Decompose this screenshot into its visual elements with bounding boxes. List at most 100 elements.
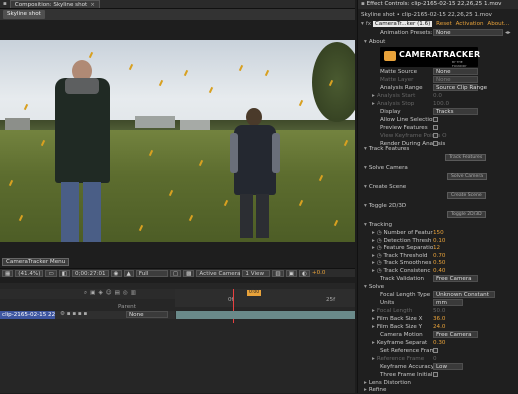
parent-column-header: Parent — [118, 304, 136, 310]
keyframe-accuracy-dropdown[interactable]: Low — [433, 363, 463, 370]
snapshot-icon[interactable]: ◧ — [58, 269, 71, 277]
building — [5, 118, 30, 130]
set-reference-label: Set Reference Frame — [380, 348, 439, 354]
ec-setting-row: ▸ Analysis Start 0.0 — [358, 92, 518, 100]
tracking-param-value[interactable]: 0.40 — [433, 267, 445, 275]
fast-preview-icon[interactable]: ▣ — [285, 269, 297, 277]
grid-icon[interactable]: ▦ — [2, 269, 14, 277]
ec-setting-dropdown[interactable]: None — [433, 76, 478, 83]
effect-controls-title: Effect Controls: clip-2165-02-15 22,26,2… — [366, 1, 502, 7]
motion-blur-icon[interactable]: ◎ — [123, 290, 131, 296]
cameratracker-menu-button[interactable]: CameraTracker Menu — [2, 258, 70, 266]
camera-icon[interactable]: ◉ — [110, 269, 122, 277]
track-validation-label: Track Validation — [380, 276, 425, 282]
ec-setting-dropdown[interactable]: Tracks — [433, 108, 478, 115]
frame-blend-icon[interactable]: ▤ — [115, 290, 123, 296]
ec-setting-dropdown[interactable]: None — [433, 68, 478, 75]
film-back-y-value[interactable]: 24.0 — [433, 323, 445, 331]
draft3d-icon[interactable]: ◈ — [98, 290, 105, 296]
keyframe-sep-value[interactable]: 0.30 — [433, 339, 445, 347]
subtab-skyline-shot[interactable]: Skyline shot — [3, 10, 45, 19]
region-icon[interactable]: ▢ — [169, 269, 182, 277]
about-section[interactable]: ▾ About — [358, 38, 518, 46]
timecode-field[interactable]: 0;00:27:01 — [72, 269, 109, 277]
layout-icon[interactable]: ▥ — [272, 269, 284, 277]
exposure-value[interactable]: +0.0 — [312, 270, 326, 276]
activation-link[interactable]: Activation — [456, 21, 484, 27]
layer-duration-bar[interactable] — [176, 311, 355, 319]
ec-setting-row: Display Tracks — [358, 108, 518, 116]
ec-setting-row: Matte Source None — [358, 68, 518, 76]
effect-header[interactable]: ▾ fx CameraTr...ker (1.6) Reset Activatio… — [358, 20, 518, 28]
toggle-section[interactable]: ▾ Toggle 2D/3D — [358, 202, 518, 210]
toggle-button[interactable]: Toggle 2D/3D — [447, 211, 486, 218]
ec-setting-row: View Keyframe Points O — [358, 132, 518, 140]
collapse-icon[interactable]: ▾ — [364, 39, 367, 45]
animation-presets-dropdown[interactable]: None — [433, 29, 503, 36]
zoom-dropdown[interactable]: (41.4%) — [15, 269, 44, 277]
view-count-dropdown[interactable]: 1 View — [242, 269, 271, 277]
composition-viewer[interactable] — [0, 40, 355, 242]
layer-name[interactable]: clip-2165-02-15 22;26;25 1.mov — [0, 311, 55, 319]
current-time-label: 0:00 — [247, 290, 262, 296]
color-icon[interactable]: ▲ — [123, 269, 134, 277]
layer-switch-icon[interactable]: ⚙ ▪ ▪ ▪ ▪ — [60, 311, 87, 317]
reference-frame-label: ▸ Reference Frame — [372, 356, 425, 362]
ec-setting-dropdown[interactable]: Source Clip Range — [433, 84, 487, 91]
transparency-icon[interactable]: ▩ — [183, 269, 195, 277]
keyframe-accuracy-label: Keyframe Accuracy — [380, 364, 435, 370]
ec-setting-label: Matte Layer — [380, 77, 414, 83]
ec-setting-checkbox[interactable] — [433, 117, 438, 122]
resolution-toggle-icon[interactable]: ▭ — [45, 269, 57, 277]
focal-length-value: 50.0 — [433, 308, 446, 314]
boy-figure — [230, 108, 280, 242]
create-scene-label: Create Scene — [368, 184, 407, 190]
exposure-icon[interactable]: ◐ — [299, 269, 310, 277]
tracking-param-label: ▸ ◷ Track Consistenc — [372, 267, 431, 274]
about-link[interactable]: About... — [487, 21, 509, 27]
focal-length-type-dropdown[interactable]: Unknown Constant — [433, 291, 495, 298]
create-scene-button[interactable]: Create Scene — [447, 192, 486, 199]
track-features-section[interactable]: ▾ Track Features — [358, 145, 518, 153]
preset-nav-icon[interactable]: ◂▸ — [505, 29, 511, 37]
camera-motion-dropdown[interactable]: Free Camera — [433, 331, 478, 338]
layer-row[interactable]: clip-2165-02-15 22;26;25 1.mov ⚙ ▪ ▪ ▪ ▪… — [0, 311, 175, 319]
parent-dropdown[interactable]: None — [126, 311, 168, 318]
timeline-empty — [0, 323, 355, 393]
resolution-dropdown[interactable]: Full — [135, 269, 168, 277]
view-camera-dropdown[interactable]: Active Camera — [196, 269, 240, 277]
fx-icon[interactable]: fx — [366, 21, 373, 27]
ec-setting-value[interactable]: 0.0 — [433, 92, 442, 100]
panel-menu-icon[interactable]: ▪ — [3, 1, 7, 7]
reference-frame-value: 0 — [433, 356, 437, 362]
ec-setting-checkbox[interactable] — [433, 133, 438, 138]
film-back-x-value[interactable]: 36.0 — [433, 315, 445, 323]
tab-composition[interactable]: Composition: Skyline shot × — [9, 0, 100, 8]
collapse-icon[interactable]: ▾ — [361, 21, 364, 27]
track-validation-dropdown[interactable]: Free Camera — [433, 275, 478, 282]
set-reference-checkbox[interactable] — [433, 348, 438, 353]
focal-length-type-label: Focal Length Type — [380, 292, 431, 298]
about-label: About — [368, 39, 386, 45]
track-features-button[interactable]: Track Features — [445, 154, 487, 161]
ec-setting-value[interactable]: 100.0 — [433, 100, 449, 108]
three-frame-checkbox[interactable] — [433, 372, 438, 377]
tab-composition-label: Composition: Skyline shot — [14, 2, 88, 8]
solve-camera-section[interactable]: ▾ Solve Camera — [358, 164, 518, 172]
units-dropdown[interactable]: mm — [433, 299, 463, 306]
graph-editor-icon[interactable]: ▥ — [131, 290, 139, 296]
man-figure — [45, 60, 120, 242]
solve-camera-button[interactable]: Solve Camera — [447, 173, 488, 180]
solve-section[interactable]: ▾ Solve — [358, 283, 518, 291]
reset-link[interactable]: Reset — [436, 21, 452, 27]
shy-icon[interactable]: ☺ — [106, 290, 115, 296]
tracking-section[interactable]: ▾ Tracking — [358, 221, 518, 229]
units-label: Units — [380, 300, 395, 306]
close-icon[interactable]: × — [90, 2, 95, 8]
ec-setting-checkbox[interactable] — [433, 125, 438, 130]
building — [135, 116, 175, 128]
timeline-tools: ⌕▣◈☺▤◎▥ — [84, 290, 139, 297]
camera-motion-row: Camera Motion Free Camera — [358, 331, 518, 339]
create-scene-section[interactable]: ▾ Create Scene — [358, 183, 518, 191]
tree-right — [312, 42, 355, 122]
